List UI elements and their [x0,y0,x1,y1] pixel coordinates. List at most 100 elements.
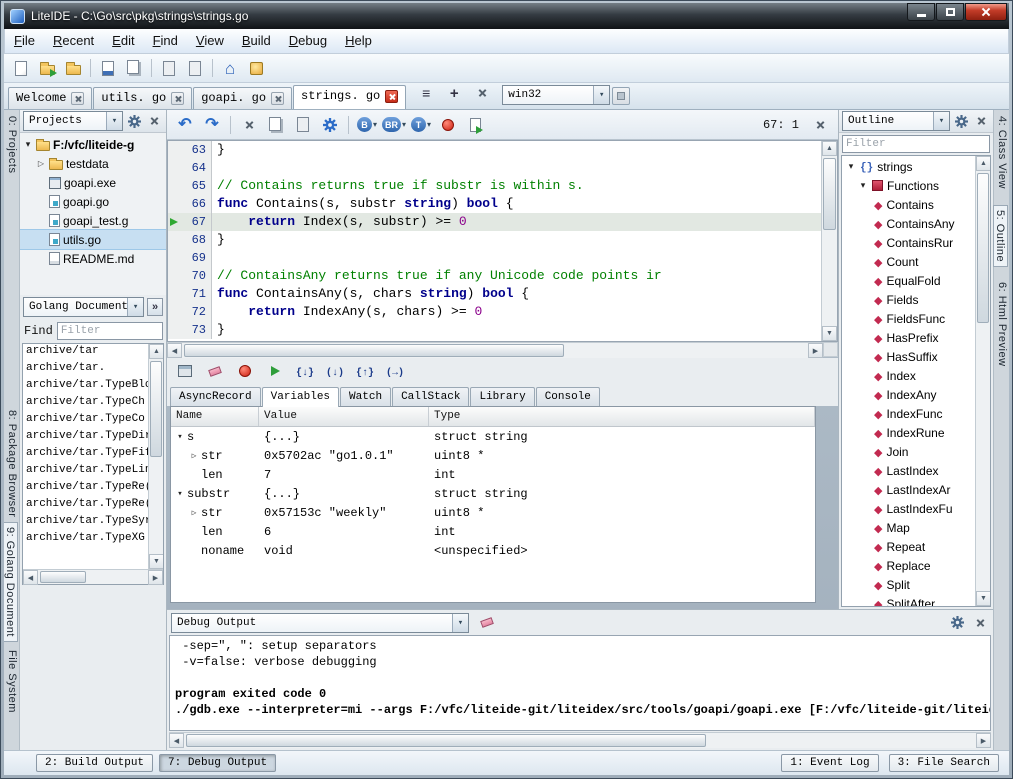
line-number[interactable]: 72 [168,303,212,321]
toggle-1-event-log[interactable]: 1: Event Log [781,754,878,772]
line-number[interactable]: 65 [168,177,212,195]
save-all-button[interactable] [122,56,146,80]
doc-index-item[interactable]: archive/tar.TypeRe( [23,481,148,498]
chevron-down-icon[interactable] [593,86,609,104]
projects-combo[interactable]: Projects [23,111,123,131]
doc-index-item[interactable]: archive/tar.TypeCo [23,413,148,430]
outline-function-item[interactable]: EqualFold [842,271,975,290]
scroll-right-button[interactable] [976,733,991,748]
open-folder-button[interactable] [35,56,59,80]
line-number[interactable]: 66 [168,195,212,213]
scroll-left-button[interactable] [167,343,182,358]
project-tree-item[interactable]: goapi.exe [20,173,166,192]
project-tree-item[interactable]: goapi.go [20,192,166,211]
outline-group-functions[interactable]: Functions [842,176,975,195]
outline-combo[interactable]: Outline [842,111,950,131]
scroll-track[interactable] [822,156,837,326]
home-button[interactable] [218,56,242,80]
scrollbar-thumb[interactable] [823,158,836,230]
scroll-track[interactable] [184,733,976,748]
code-editor[interactable]: 63}6465// Contains returns true if subst… [167,140,838,342]
outline-function-item[interactable]: Split [842,575,975,594]
line-number[interactable]: 63 [168,141,212,159]
expander-icon[interactable] [189,508,199,518]
close-all-button[interactable] [183,56,207,80]
minimize-button[interactable] [907,3,935,21]
chevron-down-icon[interactable] [106,112,122,130]
code-area[interactable]: 63}6465// Contains returns true if subst… [168,141,821,341]
doc-tab-welcome[interactable]: Welcome [8,87,92,109]
outline-function-item[interactable]: Join [842,442,975,461]
expander-icon[interactable] [175,489,185,499]
debug-console-button[interactable] [173,359,197,383]
new-file-button[interactable] [9,56,33,80]
save-file-button[interactable] [96,56,120,80]
variable-row[interactable]: len7int [171,465,815,484]
outline-function-item[interactable]: Replace [842,556,975,575]
scroll-right-button[interactable] [808,343,823,358]
project-tree-item[interactable]: F:/vfc/liteide-g [20,135,166,154]
editor-settings-button[interactable] [318,113,342,137]
side-tab-9-golang-document[interactable]: 9: Golang Document [4,522,18,642]
env-edit-button[interactable] [612,87,630,105]
scrollbar-thumb[interactable] [40,571,86,583]
menu-item-recent[interactable]: Recent [44,29,103,53]
doc-index-item[interactable]: archive/tar.TypeSyr [23,515,148,532]
menu-item-view[interactable]: View [187,29,233,53]
variable-row[interactable]: len6int [171,522,815,541]
expander-icon[interactable] [189,451,199,461]
run-to-line-button[interactable] [383,359,407,383]
expander-icon[interactable] [23,139,33,150]
doc-index-item[interactable]: archive/tar.TypeFifc [23,447,148,464]
outline-function-item[interactable]: LastIndexAr [842,480,975,499]
doc-list-hscrollbar[interactable] [23,569,163,584]
scrollbar-thumb[interactable] [184,344,564,357]
liteide-browser-button[interactable] [244,56,268,80]
tab-close-icon[interactable] [171,92,184,105]
project-tree-item[interactable]: testdata [20,154,166,173]
copy-button[interactable] [264,113,288,137]
scrollbar-thumb[interactable] [186,734,706,747]
outline-function-item[interactable]: Repeat [842,537,975,556]
scroll-up-button[interactable] [976,156,991,171]
step-out-button[interactable] [353,359,377,383]
code-line[interactable]: 73} [168,321,821,339]
tab-close-icon[interactable] [271,92,284,105]
scroll-left-button[interactable] [23,570,38,585]
debug-tab-console[interactable]: Console [536,387,600,406]
env-combo[interactable]: win32 [502,85,610,105]
build-run-button[interactable]: BR [382,113,406,137]
scroll-down-button[interactable] [149,554,163,569]
tab-close-icon[interactable] [71,92,84,105]
editor-vscrollbar[interactable] [821,141,837,341]
code-line[interactable]: 67 return Index(s, substr) >= 0 [168,213,821,231]
line-number[interactable]: 70 [168,267,212,285]
toggle-2-build-output[interactable]: 2: Build Output [36,754,153,772]
doc-filter-input[interactable] [57,322,163,340]
line-number[interactable]: 64 [168,159,212,177]
doc-list-vscrollbar[interactable] [148,344,163,569]
expander-icon[interactable] [175,432,185,442]
scroll-right-button[interactable] [148,570,163,585]
outline-vscrollbar[interactable] [975,156,990,606]
more-button[interactable]: » [147,298,163,316]
menu-item-help[interactable]: Help [336,29,381,53]
start-debug-button[interactable] [436,113,460,137]
close-file-button[interactable] [157,56,181,80]
side-tab-8-package-browser[interactable]: 8: Package Browser [4,406,19,521]
close-position-button[interactable] [808,113,832,137]
build-button[interactable]: B [355,113,379,137]
code-line[interactable]: 63} [168,141,821,159]
open-file-button[interactable] [61,56,85,80]
doc-index-item[interactable]: archive/tar.TypeCh [23,396,148,413]
debug-tab-library[interactable]: Library [470,387,534,406]
doc-index-item[interactable]: archive/tar.TypeLin [23,464,148,481]
close-document-button[interactable] [470,81,494,105]
menu-item-file[interactable]: File [5,29,44,53]
expander-icon[interactable] [858,180,868,191]
chevron-down-icon[interactable] [933,112,949,130]
code-line[interactable]: 66func Contains(s, substr string) bool { [168,195,821,213]
doc-tab-utils-go[interactable]: utils. go [93,87,192,109]
tab-list-button[interactable] [414,81,438,105]
column-header-value[interactable]: Value [259,407,429,426]
